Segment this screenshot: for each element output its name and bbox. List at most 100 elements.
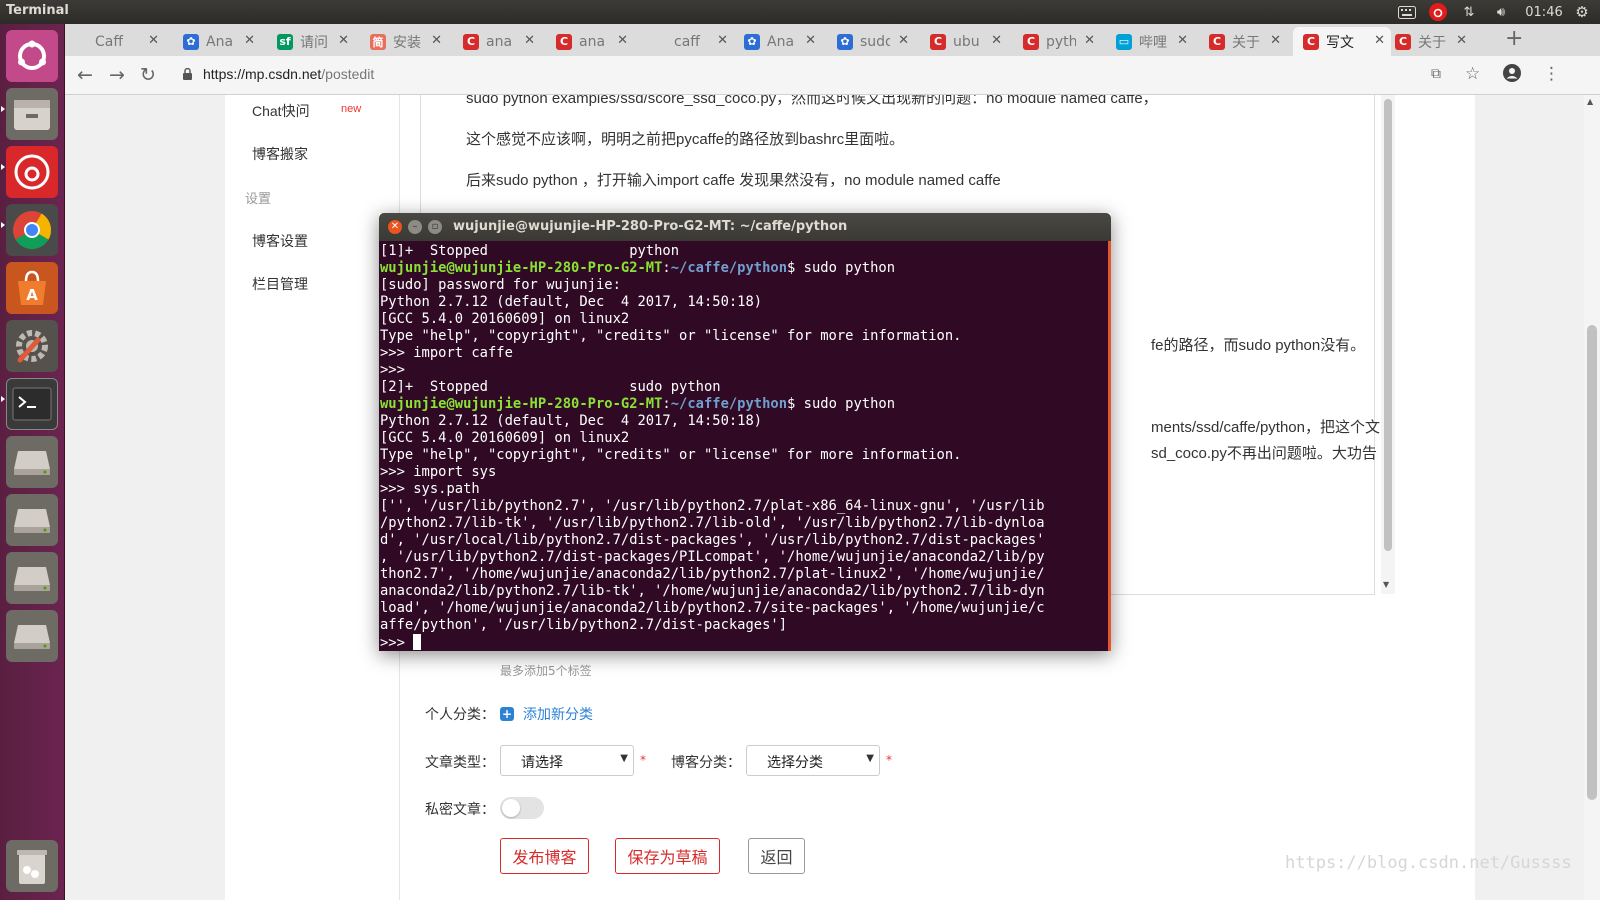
address-bar[interactable]: https://mp.csdn.net/postedit <box>203 66 374 82</box>
browser-tab[interactable]: ▭ 哔哩 ✕ <box>1116 27 1194 56</box>
terminal-output[interactable]: [1]+ Stopped python wujunjie@wujunjie-HP-… <box>379 241 1111 651</box>
tab-close-icon[interactable]: ✕ <box>338 33 349 48</box>
terminal-line: thon2.7', '/home/wujunjie/anaconda2/lib/… <box>380 566 1045 582</box>
article-type-select[interactable]: 请选择 ▼ <box>500 745 634 776</box>
clock[interactable]: 01:46 <box>1523 2 1565 22</box>
maximize-window-icon[interactable]: ▫ <box>428 220 442 234</box>
netease-music-icon[interactable] <box>6 146 58 198</box>
sidebar-item-blog-settings[interactable]: 博客设置 <box>252 231 308 251</box>
file-manager-icon[interactable] <box>6 88 58 140</box>
select-arrow-icon: ▼ <box>620 753 628 764</box>
tab-close-icon[interactable]: ✕ <box>898 33 909 48</box>
trash-icon[interactable] <box>6 840 58 892</box>
add-category-label: 添加新分类 <box>523 707 593 723</box>
browser-tab[interactable]: Caff ✕ <box>95 27 165 56</box>
tab-close-icon[interactable]: ✕ <box>1270 33 1281 48</box>
tab-close-icon[interactable]: ✕ <box>431 33 442 48</box>
browser-tab[interactable]: C 关于 ✕ <box>1395 27 1473 56</box>
system-gear-icon[interactable]: ⚙ <box>1570 2 1594 22</box>
bookmark-star-icon[interactable]: ☆ <box>1465 64 1480 84</box>
close-window-icon[interactable]: ✕ <box>388 220 402 234</box>
prompt-cwd: ~/caffe/python <box>670 396 788 412</box>
terminal-icon[interactable] <box>6 378 58 430</box>
software-center-icon[interactable]: A <box>6 262 58 314</box>
scroll-up-arrow-icon[interactable]: ▲ <box>1587 97 1593 106</box>
tab-close-icon[interactable]: ✕ <box>244 33 255 48</box>
volume-icon[interactable]: 🔊︎ <box>1489 2 1513 22</box>
browser-tab[interactable]: Cana ✕ <box>463 27 541 56</box>
terminal-line: Type "help", "copyright", "credits" or "… <box>380 328 962 344</box>
tab-close-icon[interactable]: ✕ <box>524 33 535 48</box>
top-panel: Terminal ⇅ 🔊︎ 01:46 ⚙ <box>0 0 1600 24</box>
translate-icon[interactable]: ⧉ <box>1431 66 1441 82</box>
lock-icon[interactable] <box>183 68 192 80</box>
drive-icon[interactable] <box>6 610 58 662</box>
save-draft-button[interactable]: 保存为草稿 <box>615 838 720 874</box>
page-scroll-thumb[interactable] <box>1587 325 1597 800</box>
active-app-title: Terminal <box>6 3 69 18</box>
keyboard-icon[interactable] <box>1396 2 1418 22</box>
network-arrows-icon[interactable]: ⇅ <box>1458 2 1480 22</box>
scroll-down-arrow-icon[interactable]: ▼ <box>1383 580 1389 589</box>
tab-title: 关于 <box>1232 34 1260 51</box>
browser-tab[interactable]: 简安装 ✕ <box>370 27 448 56</box>
new-tab-plus-icon[interactable]: + <box>1505 26 1523 51</box>
sidebar-item-label: Chat快问 <box>252 103 310 119</box>
publish-button[interactable]: 发布博客 <box>500 838 589 874</box>
tab-close-icon[interactable]: ✕ <box>1374 33 1385 48</box>
browser-tab[interactable]: ✿ Ana ✕ <box>183 27 261 56</box>
tab-close-icon[interactable]: ✕ <box>717 33 728 48</box>
browser-tab[interactable]: sf 请问 ✕ <box>277 27 355 56</box>
menu-kebab-icon[interactable]: ⋮ <box>1543 64 1560 84</box>
forward-arrow-icon[interactable]: → <box>109 64 125 86</box>
browser-tab[interactable]: Cana ✕ <box>556 27 634 56</box>
browser-tab[interactable]: Cubu ✕ <box>930 27 1008 56</box>
blog-category-select[interactable]: 选择分类 ▼ <box>746 745 880 776</box>
terminal-line: d', '/usr/local/lib/python2.7/dist-packa… <box>380 532 1045 548</box>
tab-close-icon[interactable]: ✕ <box>1456 33 1467 48</box>
terminal-line: /python2.7/lib-tk', '/usr/lib/python2.7/… <box>380 515 1045 531</box>
browser-tab[interactable]: C 关于 ✕ <box>1209 27 1287 56</box>
terminal-line: , '/usr/lib/python2.7/dist-packages/PILc… <box>380 549 1045 565</box>
netease-music-tray-icon[interactable] <box>1427 2 1449 22</box>
tab-title: 写文 <box>1326 34 1354 51</box>
tab-close-icon[interactable]: ✕ <box>1084 33 1095 48</box>
browser-tab[interactable]: ✿ sudo ✕ <box>837 27 915 56</box>
add-category-link[interactable]: + 添加新分类 <box>500 704 593 724</box>
terminal-line: [GCC 5.4.0 20160609] on linux2 <box>380 311 630 327</box>
tab-close-icon[interactable]: ✕ <box>1177 33 1188 48</box>
sidebar-item-chat[interactable]: Chat快问 new <box>252 101 361 121</box>
sidebar-item-blog-move[interactable]: 博客搬家 <box>252 144 308 164</box>
terminal-line: [1]+ Stopped python <box>380 243 680 259</box>
back-arrow-icon[interactable]: ← <box>77 64 93 86</box>
terminal-titlebar[interactable]: ✕ – ▫ wujunjie@wujunjie-HP-280-Pro-G2-MT… <box>379 213 1111 241</box>
drive-icon[interactable] <box>6 436 58 488</box>
ubuntu-dash-icon[interactable] <box>6 30 58 82</box>
terminal-line: >>> import sys <box>380 464 497 480</box>
browser-tab[interactable]: ✿ Ana ✕ <box>744 27 822 56</box>
tab-close-icon[interactable]: ✕ <box>991 33 1002 48</box>
tab-close-icon[interactable]: ✕ <box>617 33 628 48</box>
editor-scroll-thumb[interactable] <box>1384 99 1392 551</box>
minimize-window-icon[interactable]: – <box>408 220 422 234</box>
tab-title: Ana <box>206 33 234 50</box>
sidebar-section-settings: 设置 <box>245 192 272 207</box>
tab-close-icon[interactable]: ✕ <box>805 33 816 48</box>
tab-title: Caff <box>95 33 123 50</box>
drive-icon[interactable] <box>6 494 58 546</box>
terminal-line: [2]+ Stopped sudo python <box>380 379 721 395</box>
browser-tab-active[interactable]: C 写文 ✕ <box>1293 27 1391 56</box>
sidebar-item-column-manage[interactable]: 栏目管理 <box>252 274 308 294</box>
drive-icon[interactable] <box>6 552 58 604</box>
private-toggle[interactable] <box>500 797 544 819</box>
tab-close-icon[interactable]: ✕ <box>148 33 159 48</box>
terminal-window[interactable]: ✕ – ▫ wujunjie@wujunjie-HP-280-Pro-G2-MT… <box>379 213 1111 651</box>
terminal-line: [sudo] password for wujunjie: <box>380 277 621 293</box>
chrome-icon[interactable] <box>6 204 58 256</box>
system-settings-icon[interactable] <box>6 320 58 372</box>
reload-icon[interactable]: ↻ <box>140 64 156 86</box>
browser-tab[interactable]: Cpyth ✕ <box>1023 27 1101 56</box>
browser-tab[interactable]: caff ✕ <box>674 27 734 56</box>
profile-avatar-icon[interactable] <box>1503 64 1521 87</box>
back-button[interactable]: 返回 <box>748 838 805 874</box>
